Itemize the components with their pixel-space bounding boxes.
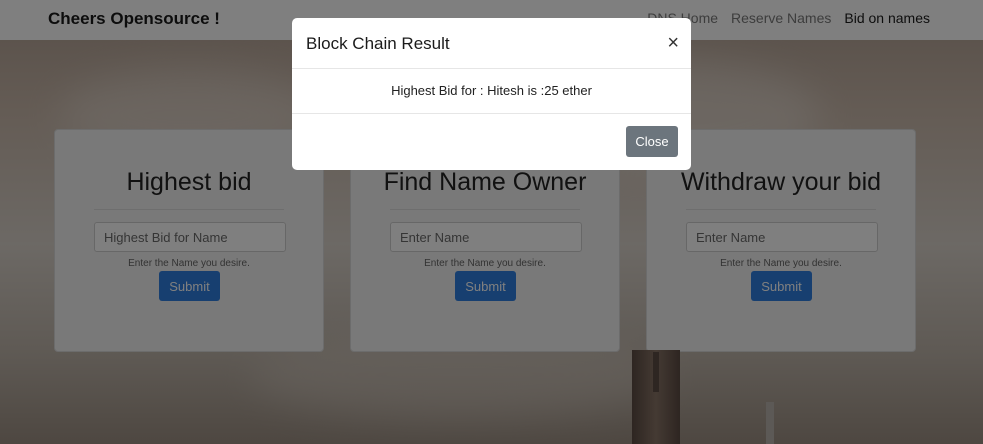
close-icon[interactable]: ×: [667, 33, 679, 53]
close-button[interactable]: Close: [626, 126, 678, 157]
divider: [292, 113, 691, 114]
modal-body-text: Highest Bid for : Hitesh is :25 ether: [391, 83, 592, 98]
modal-title: Block Chain Result: [306, 34, 450, 53]
divider: [292, 68, 691, 69]
result-modal: Block Chain Result × Highest Bid for : H…: [292, 18, 691, 170]
